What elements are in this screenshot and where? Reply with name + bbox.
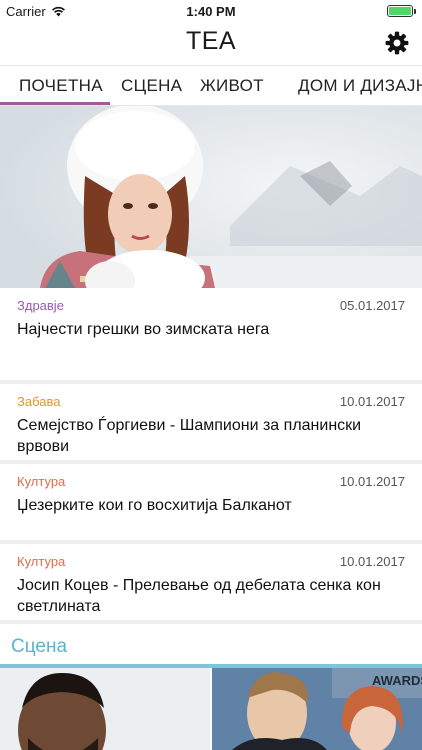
article-date: 10.01.2017 [339,394,405,409]
article-title: Најчести грешки во зимската нега [17,321,270,338]
article-divider [0,620,422,624]
section-thumbnails: AWARDS [0,668,422,750]
status-bar: Carrier 1:40 PM [0,0,422,22]
article-category: Забава [17,394,61,409]
tab-scena[interactable]: СЦЕНА [121,76,182,96]
status-time: 1:40 PM [186,4,236,19]
article-title: Џезерките кои го восхитија Балканот [17,497,292,514]
battery-level [389,7,411,15]
article-title: Јосип Коцев - Прелевање од дебелата сенк… [17,577,381,615]
app-title: TEA [185,27,237,55]
category-tabs: ПОЧЕТНА СЦЕНА ЖИВОТ ДОМ И ДИЗАЈН [0,67,422,106]
article-category: Култура [17,474,66,489]
hero-image[interactable] [0,106,422,288]
article-item[interactable]: Забава 10.01.2017 Семејство Ѓоргиеви - Ш… [0,384,422,460]
tab-pocetna[interactable]: ПОЧЕТНА [19,76,103,96]
tab-dom-i-dizajn[interactable]: ДОМ И ДИЗАЈН [298,76,422,96]
tab-zivot[interactable]: ЖИВОТ [200,76,264,96]
gear-icon[interactable] [384,30,410,56]
battery-tip [414,8,416,14]
battery-icon [387,5,413,17]
thumbnail-illustration: AWARDS [212,668,422,750]
thumbnail-illustration [0,668,210,750]
thumbnail-image[interactable] [0,668,210,750]
article-date: 05.01.2017 [339,298,405,313]
hero-illustration [0,106,422,288]
article-item[interactable]: Култура 10.01.2017 Џезерките кои го восх… [0,464,422,540]
article-title: Семејство Ѓоргиеви - Шампиони за планинс… [17,417,362,455]
article-item[interactable]: Култура 10.01.2017 Јосип Коцев - Прелева… [0,544,422,620]
article-date: 10.01.2017 [339,474,405,489]
article-category: Култура [17,554,66,569]
nav-bar: TEA [0,22,422,66]
section-title-scena[interactable]: Сцена [11,636,67,658]
article-category: Здравје [17,298,64,313]
status-right [387,5,416,17]
article-date: 10.01.2017 [339,554,405,569]
article-item[interactable]: Здравје 05.01.2017 Најчести грешки во зи… [0,288,422,380]
thumbnail-image[interactable]: AWARDS [212,668,422,750]
awards-backdrop-text: AWARDS [372,673,422,688]
